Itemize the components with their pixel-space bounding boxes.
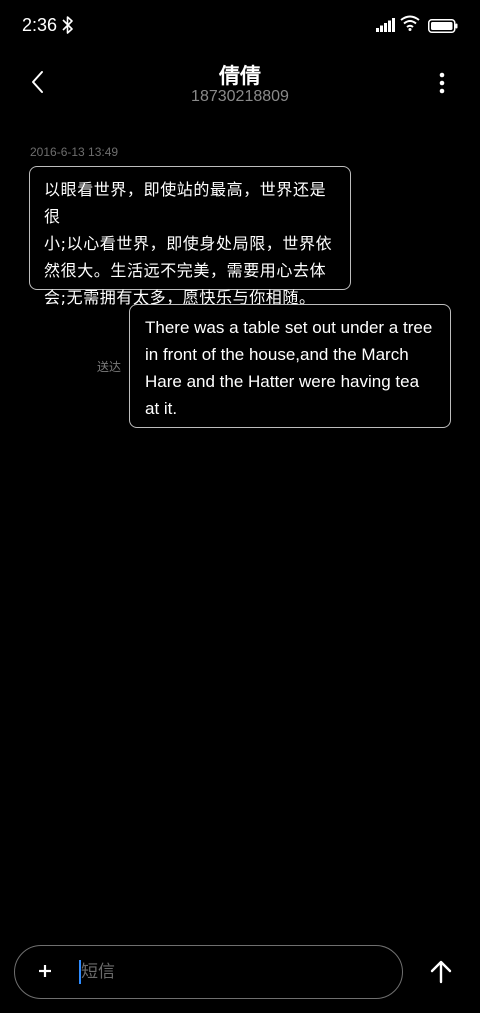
message-composer [14,945,403,999]
add-attachment-button[interactable] [31,957,59,985]
plus-icon [39,965,51,977]
status-time: 2:36 [22,15,58,35]
message-text-line: at it. [145,399,178,418]
contact-number: 18730218809 [191,88,289,105]
outgoing-message-bubble[interactable]: There was a table set out under a tree i… [129,304,451,428]
message-input[interactable] [81,955,381,989]
send-button[interactable] [424,955,458,989]
wifi-icon [400,15,420,35]
battery-icon [428,18,458,37]
delivery-status: 送达 [97,360,122,374]
conversation-header: 倩倩 18730218809 [0,52,480,116]
message-text-line: There was a table set out under a tree [145,318,433,337]
signal-icon [376,17,396,36]
more-options-button[interactable] [426,66,458,100]
more-vertical-icon [439,72,445,94]
message-text-line: 小;以心看世界，即使身处局限，世界依 [44,234,333,253]
message-text-line: in front of the house,and the March [145,345,409,364]
message-text-line: Hare and the Hatter were having tea [145,372,420,391]
status-bar: 2:36 [0,0,480,52]
message-text-line: 然很大。生活远不完美，需要用心去体 [44,261,327,280]
arrow-up-icon [430,960,452,984]
contact-name: 倩倩 [219,64,261,88]
message-timestamp: 2016-6-13 13:49 [30,145,119,159]
bluetooth-icon [62,15,74,39]
message-text-line: 以眼看世界，即使站的最高，世界还是很 [44,180,327,226]
incoming-message-bubble[interactable]: 以眼看世界，即使站的最高，世界还是很 小;以心看世界，即使身处局限，世界依 然很… [29,166,351,307]
